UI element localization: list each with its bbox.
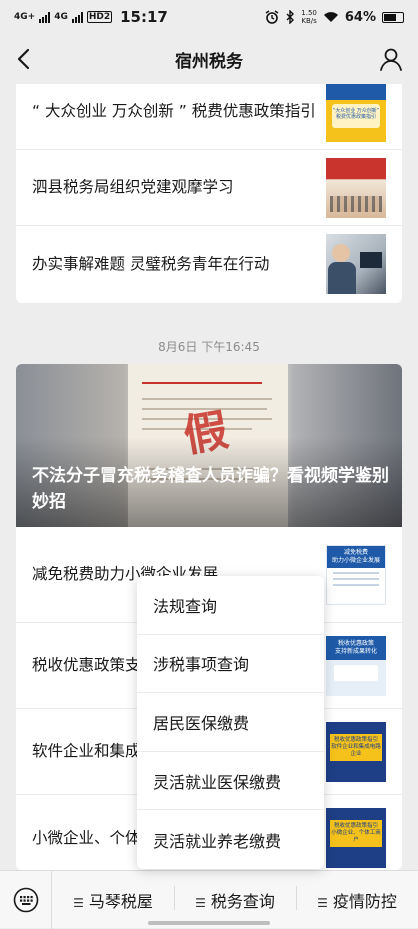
thumbnail-subtitle: 助力小微企业发展 (331, 556, 380, 564)
signal-bars-icon (39, 11, 51, 23)
thumbnail-caption: “大众创业 万众创新” 税费优惠政策指引 (332, 107, 380, 120)
bluetooth-icon (286, 10, 295, 24)
signal-label-2: 4G (54, 11, 68, 22)
thumbnail-title: 税收优惠政策指引 (333, 736, 378, 743)
article-thumbnail (326, 157, 386, 218)
menu-tab-epidemic-prevention[interactable]: ☰ 疫情防控 (296, 885, 418, 912)
article-group-card: “ 大众创业 万众创新 ” 税费优惠政策指引 “大众创业 万众创新” 税费优惠政… (16, 84, 402, 303)
article-title: “ 大众创业 万众创新 ” 税费优惠政策指引 (32, 102, 316, 120)
thumbnail-title: 税收优惠政策 (337, 639, 374, 647)
article-item[interactable]: 泗县税务局组织党建观摩学习 (16, 150, 402, 226)
article-item[interactable]: 办实事解难题 灵璧税务青年在行动 (16, 226, 402, 302)
thumbnail-title: 税收优惠政策指引 (333, 823, 378, 829)
message-timestamp: 8月6日 下午16:45 (158, 340, 260, 354)
clock: 15:17 (120, 8, 168, 26)
menu-tab-label: 马琴税屋 (88, 891, 153, 911)
article-thumbnail: 税收优惠政策指引 小微企业、个体工商户 (326, 808, 386, 868)
article-item[interactable]: “ 大众创业 万众创新 ” 税费优惠政策指引 “大众创业 万众创新” 税费优惠政… (16, 84, 402, 150)
menu-item-regulation-query[interactable]: 法规查询 (137, 576, 324, 635)
menu-item-flexible-pension-payment[interactable]: 灵活就业养老缴费 (137, 810, 324, 869)
nav-bar: 宿州税务 (0, 34, 418, 84)
cover-article[interactable]: 假 不法分子冒充税务稽查人员诈骗？看视频学鉴别妙招 (16, 364, 402, 527)
cover-headline: 不法分子冒充税务稽查人员诈骗？看视频学鉴别妙招 (32, 466, 389, 512)
menu-icon: ☰ (317, 895, 328, 910)
article-thumbnail: 减免税费 助力小微企业发展 (326, 544, 386, 605)
menu-tab-label: 税务查询 (210, 891, 275, 911)
menu-item-tax-matter-query[interactable]: 涉税事项查询 (137, 635, 324, 694)
battery-icon (382, 11, 404, 23)
menu-tab-label: 疫情防控 (332, 891, 397, 911)
keyboard-toggle[interactable] (0, 870, 52, 929)
article-thumbnail: 税收优惠政策指引 软件企业和集成电路企业 (326, 721, 386, 782)
home-indicator[interactable] (148, 921, 270, 925)
thumbnail-subtitle: 软件企业和集成电路企业 (331, 743, 381, 757)
menu-item-flexible-medical-payment[interactable]: 灵活就业医保缴费 (137, 752, 324, 811)
back-icon[interactable] (10, 44, 40, 74)
thumbnail-subtitle: 支持新成果转化 (334, 647, 377, 655)
profile-icon[interactable] (376, 44, 406, 74)
article-title: 办实事解难题 灵璧税务青年在行动 (32, 254, 270, 273)
signal-bars-icon (71, 11, 83, 23)
menu-icon: ☰ (73, 895, 84, 910)
article-title: 泗县税务局组织党建观摩学习 (32, 178, 234, 196)
thumbnail-subtitle: 小微企业、个体工商户 (331, 830, 381, 843)
status-bar: 4G+ 4G HD2 15:17 1.50 KB/s 64% (0, 0, 418, 34)
alarm-icon (265, 10, 279, 24)
page-title: 宿州税务 (175, 51, 243, 72)
thumbnail-title: 减免税费 (343, 548, 368, 556)
menu-icon: ☰ (195, 895, 206, 910)
bottom-menu-bar: ☰ 马琴税屋 ☰ 税务查询 ☰ 疫情防控 (0, 870, 418, 929)
menu-tab-tax-query[interactable]: ☰ 税务查询 (174, 885, 296, 912)
submenu-popup: 法规查询 涉税事项查询 居民医保缴费 灵活就业医保缴费 灵活就业养老缴费 (137, 576, 324, 869)
article-thumbnail: 税收优惠政策 支持新成果转化 (326, 635, 386, 696)
menu-tab-maqin-tax-house[interactable]: ☰ 马琴税屋 (52, 888, 174, 912)
article-thumbnail (326, 234, 386, 294)
menu-item-resident-medical-payment[interactable]: 居民医保缴费 (137, 693, 324, 752)
article-thumbnail: “大众创业 万众创新” 税费优惠政策指引 (326, 84, 386, 142)
wifi-icon (323, 12, 338, 22)
network-speed: 1.50 KB/s (301, 9, 317, 25)
signal-label-1: 4G+ (14, 11, 36, 22)
keyboard-icon (13, 887, 38, 912)
battery-percent: 64% (344, 9, 376, 25)
hd-badge: HD2 (86, 11, 113, 23)
